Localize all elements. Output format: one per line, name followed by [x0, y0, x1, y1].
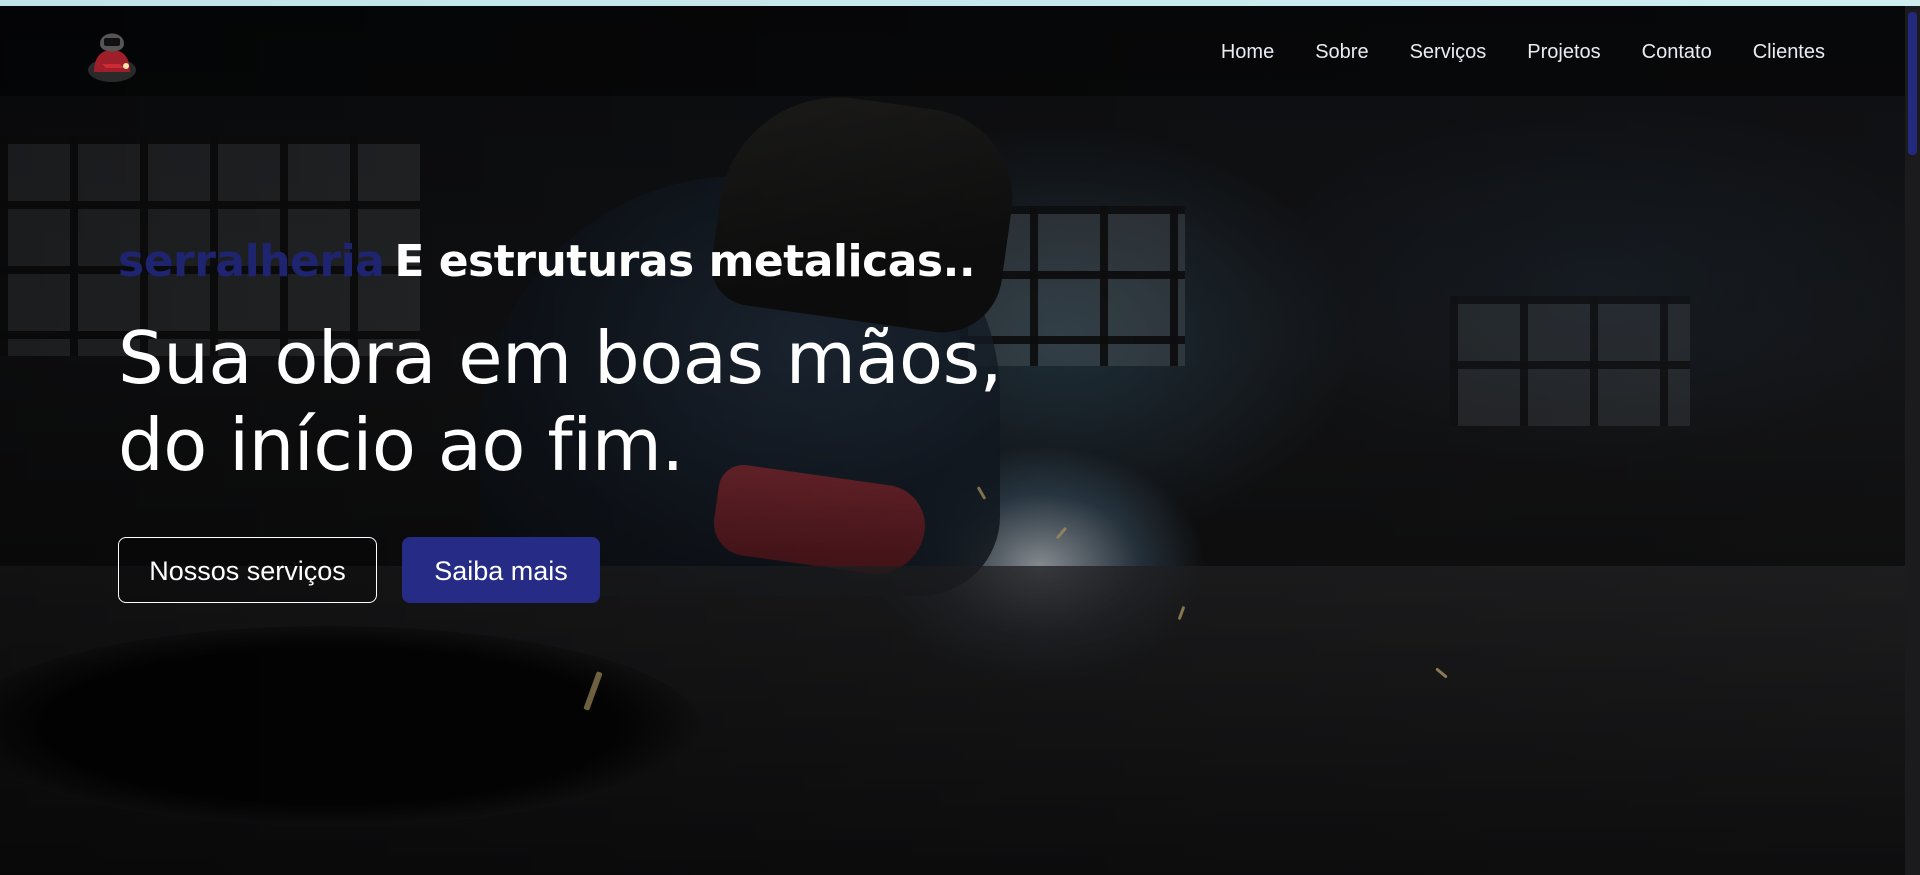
scrollbar-thumb[interactable]	[1908, 12, 1917, 155]
nav-contato[interactable]: Contato	[1642, 40, 1712, 64]
nav-projetos[interactable]: Projetos	[1527, 40, 1600, 64]
services-button[interactable]: Nossos serviços	[118, 537, 377, 603]
page-scrollbar[interactable]	[1905, 6, 1920, 875]
tagline-rest: E estruturas metalicas..	[394, 236, 976, 287]
nav-clientes[interactable]: Clientes	[1753, 40, 1825, 64]
navbar: Home Sobre Serviços Projetos Contato Cli…	[0, 6, 1905, 96]
hero-headline: Sua obra em boas mãos, do início ao fim.	[118, 315, 1003, 489]
headline-line-1: Sua obra em boas mãos,	[118, 316, 1003, 400]
learn-more-button[interactable]: Saiba mais	[402, 537, 600, 603]
nav-sobre[interactable]: Sobre	[1315, 40, 1368, 64]
headline-line-2: do início ao fim.	[118, 403, 684, 487]
nav-home[interactable]: Home	[1221, 40, 1274, 64]
nav-servicos[interactable]: Serviços	[1410, 40, 1487, 64]
hero-tagline: serralheria E estruturas metalicas..	[118, 232, 976, 292]
welder-logo-icon[interactable]	[80, 20, 144, 84]
main-nav: Home Sobre Serviços Projetos Contato Cli…	[1221, 40, 1825, 64]
tagline-brand: serralheria	[118, 236, 385, 287]
